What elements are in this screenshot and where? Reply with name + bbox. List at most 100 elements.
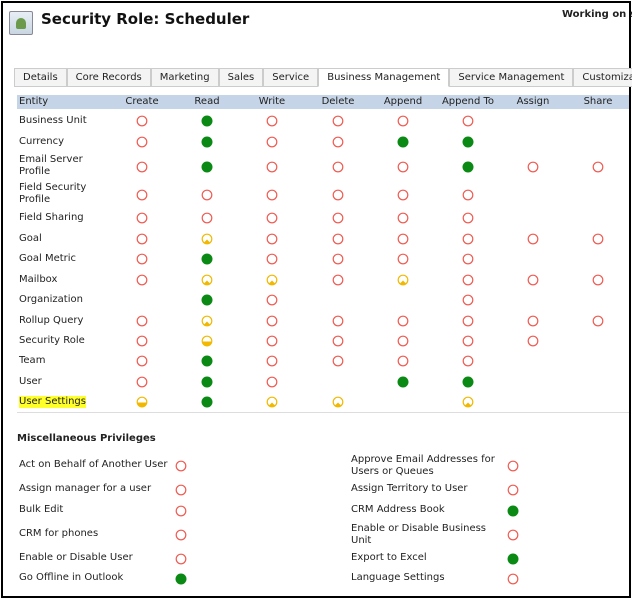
privilege-none-icon[interactable] [462, 115, 474, 127]
tab-marketing[interactable]: Marketing [150, 68, 219, 87]
privilege-user-icon[interactable] [462, 396, 474, 408]
privilege-none-icon[interactable] [332, 355, 344, 367]
privilege-none-icon[interactable] [592, 315, 604, 327]
privilege-none-icon[interactable] [332, 136, 344, 148]
privilege-none-icon[interactable] [136, 355, 148, 367]
privilege-user-icon[interactable] [332, 396, 344, 408]
privilege-none-icon[interactable] [332, 212, 344, 224]
privilege-org-icon[interactable] [462, 376, 474, 388]
privilege-none-icon[interactable] [592, 233, 604, 245]
privilege-none-icon[interactable] [397, 189, 409, 201]
privilege-none-icon[interactable] [266, 315, 278, 327]
privilege-none-icon[interactable] [136, 161, 148, 173]
privilege-org-icon[interactable] [175, 573, 187, 585]
privilege-none-icon[interactable] [332, 189, 344, 201]
privilege-none-icon[interactable] [397, 253, 409, 265]
privilege-none-icon[interactable] [332, 335, 344, 347]
privilege-org-icon[interactable] [507, 505, 519, 517]
privilege-none-icon[interactable] [136, 212, 148, 224]
privilege-none-icon[interactable] [136, 115, 148, 127]
privilege-org-icon[interactable] [201, 355, 213, 367]
privilege-none-icon[interactable] [136, 274, 148, 286]
privilege-none-icon[interactable] [332, 315, 344, 327]
privilege-none-icon[interactable] [462, 253, 474, 265]
tab-customizati[interactable]: Customizati [573, 68, 632, 87]
privilege-none-icon[interactable] [592, 161, 604, 173]
privilege-none-icon[interactable] [397, 315, 409, 327]
privilege-none-icon[interactable] [266, 136, 278, 148]
privilege-none-icon[interactable] [266, 355, 278, 367]
privilege-none-icon[interactable] [266, 233, 278, 245]
privilege-none-icon[interactable] [175, 529, 187, 541]
privilege-org-icon[interactable] [201, 136, 213, 148]
privilege-none-icon[interactable] [397, 161, 409, 173]
tab-business-management[interactable]: Business Management [318, 68, 450, 87]
privilege-user-icon[interactable] [266, 274, 278, 286]
privilege-none-icon[interactable] [507, 460, 519, 472]
privilege-none-icon[interactable] [397, 115, 409, 127]
privilege-none-icon[interactable] [462, 212, 474, 224]
privilege-none-icon[interactable] [175, 460, 187, 472]
privilege-none-icon[interactable] [266, 376, 278, 388]
privilege-none-icon[interactable] [266, 335, 278, 347]
privilege-none-icon[interactable] [201, 189, 213, 201]
privilege-none-icon[interactable] [266, 294, 278, 306]
privilege-user-icon[interactable] [201, 274, 213, 286]
privilege-none-icon[interactable] [507, 573, 519, 585]
privilege-none-icon[interactable] [175, 505, 187, 517]
privilege-none-icon[interactable] [397, 355, 409, 367]
privilege-none-icon[interactable] [175, 553, 187, 565]
privilege-none-icon[interactable] [592, 274, 604, 286]
privilege-none-icon[interactable] [136, 253, 148, 265]
privilege-none-icon[interactable] [266, 253, 278, 265]
privilege-none-icon[interactable] [266, 161, 278, 173]
tab-service[interactable]: Service [263, 68, 319, 87]
privilege-none-icon[interactable] [462, 189, 474, 201]
privilege-none-icon[interactable] [527, 335, 539, 347]
privilege-none-icon[interactable] [462, 274, 474, 286]
privilege-none-icon[interactable] [527, 274, 539, 286]
privilege-none-icon[interactable] [462, 294, 474, 306]
privilege-org-icon[interactable] [201, 253, 213, 265]
privilege-none-icon[interactable] [527, 233, 539, 245]
privilege-org-icon[interactable] [397, 376, 409, 388]
privilege-none-icon[interactable] [332, 253, 344, 265]
privilege-none-icon[interactable] [397, 212, 409, 224]
privilege-none-icon[interactable] [266, 212, 278, 224]
privilege-org-icon[interactable] [201, 376, 213, 388]
privilege-none-icon[interactable] [332, 161, 344, 173]
privilege-none-icon[interactable] [266, 189, 278, 201]
privilege-none-icon[interactable] [507, 529, 519, 541]
privilege-org-icon[interactable] [201, 161, 213, 173]
privilege-none-icon[interactable] [397, 335, 409, 347]
privilege-none-icon[interactable] [136, 233, 148, 245]
privilege-none-icon[interactable] [527, 161, 539, 173]
privilege-none-icon[interactable] [201, 212, 213, 224]
privilege-none-icon[interactable] [462, 335, 474, 347]
privilege-org-icon[interactable] [201, 396, 213, 408]
privilege-none-icon[interactable] [136, 136, 148, 148]
privilege-none-icon[interactable] [136, 189, 148, 201]
privilege-none-icon[interactable] [462, 315, 474, 327]
privilege-none-icon[interactable] [266, 115, 278, 127]
privilege-none-icon[interactable] [332, 274, 344, 286]
privilege-org-icon[interactable] [201, 294, 213, 306]
privilege-org-icon[interactable] [201, 115, 213, 127]
tab-details[interactable]: Details [14, 68, 67, 87]
privilege-none-icon[interactable] [332, 115, 344, 127]
privilege-user-icon[interactable] [397, 274, 409, 286]
privilege-org-icon[interactable] [507, 553, 519, 565]
privilege-none-icon[interactable] [462, 233, 474, 245]
privilege-org-icon[interactable] [462, 161, 474, 173]
privilege-none-icon[interactable] [462, 355, 474, 367]
privilege-bu-icon[interactable] [201, 335, 213, 347]
tab-service-management[interactable]: Service Management [449, 68, 574, 87]
privilege-user-icon[interactable] [201, 233, 213, 245]
privilege-org-icon[interactable] [397, 136, 409, 148]
tab-core-records[interactable]: Core Records [66, 68, 151, 87]
privilege-none-icon[interactable] [332, 233, 344, 245]
tab-sales[interactable]: Sales [218, 68, 264, 87]
privilege-none-icon[interactable] [136, 376, 148, 388]
privilege-none-icon[interactable] [397, 233, 409, 245]
privilege-bu-icon[interactable] [136, 396, 148, 408]
